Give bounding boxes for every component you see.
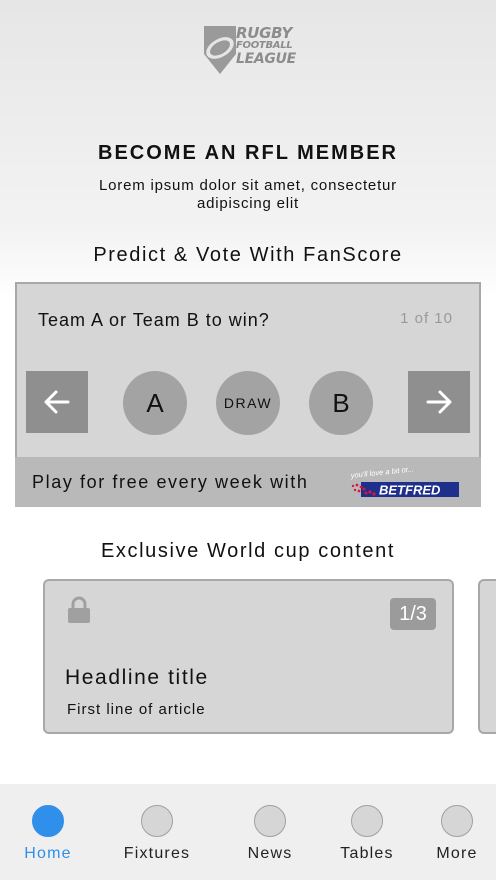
- more-icon: [441, 805, 473, 837]
- betfred-logo[interactable]: you'll love a bit of... BETFRED: [349, 464, 461, 498]
- card-headline: Headline title: [65, 666, 209, 689]
- tab-news-label: News: [247, 845, 293, 862]
- arrow-right-icon: [426, 390, 452, 414]
- rfl-logo: RUGBY FOOTBALL LEAGUE: [200, 24, 296, 76]
- option-team-b-button[interactable]: B: [309, 371, 373, 435]
- tab-fixtures[interactable]: Fixtures: [112, 784, 202, 880]
- previous-question-button[interactable]: [26, 371, 88, 433]
- tables-icon: [351, 805, 383, 837]
- fanscore-widget: Team A or Team B to win? 1 of 10 A DRAW …: [15, 282, 481, 507]
- tab-tables-label: Tables: [340, 845, 394, 862]
- fanscore-sponsor-bar[interactable]: Play for free every week with you'll lov…: [15, 457, 481, 507]
- membership-subtitle: Lorem ipsum dolor sit amet, consectetur …: [99, 177, 397, 212]
- bottom-tab-bar: Home Fixtures News Tables More: [0, 784, 496, 880]
- logo-wordmark: RUGBY FOOTBALL LEAGUE: [236, 24, 296, 67]
- betfred-logo-graphic: you'll love a bit of... BETFRED: [349, 464, 459, 498]
- option-team-a-button[interactable]: A: [123, 371, 187, 435]
- sponsor-tagline: you'll love a bit of...: [349, 468, 414, 480]
- arrow-left-icon: [44, 390, 70, 414]
- tab-more-label: More: [436, 845, 478, 862]
- exclusive-section-title: Exclusive World cup content: [100, 540, 396, 562]
- sponsor-text: Play for free every week with: [32, 472, 309, 492]
- tab-home-label: Home: [24, 845, 72, 862]
- lock-icon: [68, 596, 90, 623]
- card-first-line: First line of article: [67, 701, 206, 718]
- news-icon: [254, 805, 286, 837]
- next-question-button[interactable]: [408, 371, 470, 433]
- predict-section-title: Predict & Vote With FanScore: [93, 244, 403, 266]
- home-icon: [32, 805, 64, 837]
- tab-more[interactable]: More: [412, 784, 496, 880]
- sponsor-name: BETFRED: [379, 483, 441, 498]
- next-content-card[interactable]: [478, 579, 496, 734]
- content-card[interactable]: 1/3 Headline title First line of article: [43, 579, 454, 734]
- card-position-badge: 1/3: [390, 598, 436, 630]
- tab-news[interactable]: News: [225, 784, 315, 880]
- option-draw-button[interactable]: DRAW: [216, 371, 280, 435]
- tab-home[interactable]: Home: [3, 784, 93, 880]
- tab-tables[interactable]: Tables: [322, 784, 412, 880]
- question-counter: 1 of 10: [400, 310, 453, 327]
- fixtures-icon: [141, 805, 173, 837]
- rugby-ball-shield-icon: [204, 26, 236, 74]
- prediction-question: Team A or Team B to win?: [38, 310, 270, 330]
- membership-title[interactable]: BECOME AN RFL MEMBER: [0, 142, 496, 165]
- tab-fixtures-label: Fixtures: [123, 845, 191, 862]
